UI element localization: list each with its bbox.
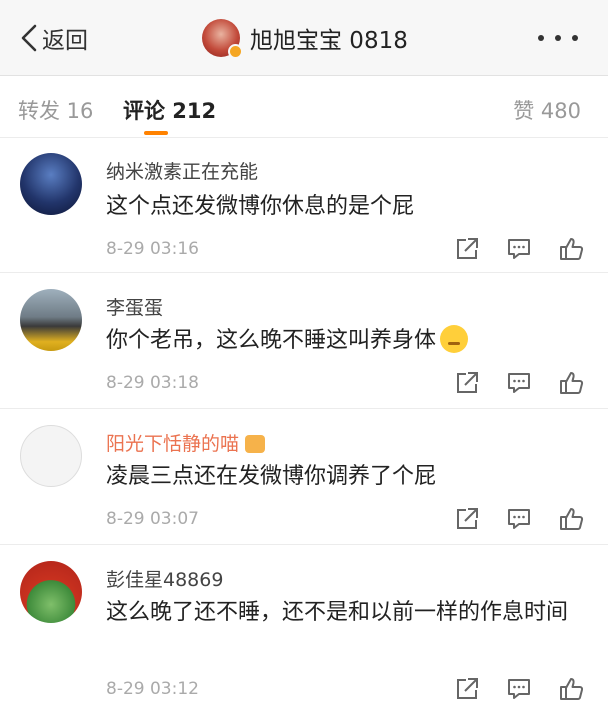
tab-repost[interactable]: 转发 16 — [18, 95, 93, 125]
verified-badge — [228, 44, 243, 59]
tab-comments[interactable]: 评论 212 — [123, 95, 216, 125]
more-dots-icon — [572, 35, 578, 41]
thumbs-up-icon[interactable] — [558, 370, 584, 396]
tab-likes[interactable]: 赞 480 — [513, 95, 581, 125]
comment-text-content: 你个老吊，这么晚不睡这叫养身体 — [106, 328, 437, 353]
comment-time: 8-29 03:16 — [106, 239, 199, 259]
thumbs-up-icon[interactable] — [558, 676, 584, 702]
more-dots-icon — [555, 35, 561, 41]
comment-author[interactable]: 阳光下恬静的喵 — [106, 429, 266, 456]
comment-text: 这个点还发微博你休息的是个屁 — [106, 194, 415, 219]
comment-author[interactable]: 李蛋蛋 — [106, 293, 163, 320]
comment-list: 纳米激素正在充能 这个点还发微博你休息的是个屁 8-29 03:16 李蛋蛋 你… — [0, 139, 608, 709]
back-label: 返回 — [42, 28, 88, 54]
comment-actions — [454, 505, 584, 533]
comment-icon[interactable] — [506, 236, 532, 262]
share-icon[interactable] — [454, 370, 480, 396]
sleepy-emoji-icon — [440, 325, 469, 353]
tab-bar: 转发 16 评论 212 赞 480 — [0, 76, 608, 138]
member-badge-icon — [245, 435, 266, 453]
share-icon[interactable] — [454, 236, 480, 262]
comment-time: 8-29 03:12 — [106, 679, 199, 699]
comment-author-name: 阳光下恬静的喵 — [106, 433, 240, 455]
comment-actions — [454, 369, 584, 397]
user-avatar[interactable] — [202, 19, 243, 59]
share-icon[interactable] — [454, 676, 480, 702]
more-button[interactable] — [538, 26, 578, 50]
comment-icon[interactable] — [506, 370, 532, 396]
comment-author[interactable]: 纳米激素正在充能 — [106, 157, 258, 184]
comment-text: 这么晚了还不睡，还不是和以前一样的作息时间 — [106, 600, 569, 625]
comment-icon[interactable] — [506, 506, 532, 532]
avatar[interactable] — [20, 289, 82, 351]
avatar[interactable] — [20, 561, 82, 623]
comment-item: 阳光下恬静的喵 凌晨三点还在发微博你调养了个屁 8-29 03:07 — [0, 409, 608, 545]
page-title: 旭旭宝宝 0818 — [250, 28, 408, 54]
avatar[interactable] — [20, 153, 82, 215]
comment-item: 李蛋蛋 你个老吊，这么晚不睡这叫养身体 8-29 03:18 — [0, 273, 608, 409]
comment-item: 彭佳星48869 这么晚了还不睡，还不是和以前一样的作息时间 8-29 03:1… — [0, 545, 608, 709]
comment-text: 你个老吊，这么晚不睡这叫养身体 — [106, 323, 586, 359]
share-icon[interactable] — [454, 506, 480, 532]
comment-text: 凌晨三点还在发微博你调养了个屁 — [106, 464, 437, 489]
back-button[interactable]: 返回 — [18, 20, 88, 56]
chevron-left-icon — [21, 24, 37, 52]
avatar[interactable] — [20, 425, 82, 487]
comment-time: 8-29 03:18 — [106, 373, 199, 393]
navigation-bar: 返回 旭旭宝宝 0818 — [0, 0, 608, 76]
active-tab-indicator — [144, 131, 168, 135]
thumbs-up-icon[interactable] — [558, 506, 584, 532]
more-dots-icon — [538, 35, 544, 41]
nav-user[interactable]: 旭旭宝宝 0818 — [202, 16, 408, 60]
comment-actions — [454, 675, 584, 703]
comment-item: 纳米激素正在充能 这个点还发微博你休息的是个屁 8-29 03:16 — [0, 139, 608, 273]
comment-author[interactable]: 彭佳星48869 — [106, 565, 223, 592]
thumbs-up-icon[interactable] — [558, 236, 584, 262]
comment-actions — [454, 235, 584, 263]
comment-time: 8-29 03:07 — [106, 509, 199, 529]
comment-icon[interactable] — [506, 676, 532, 702]
